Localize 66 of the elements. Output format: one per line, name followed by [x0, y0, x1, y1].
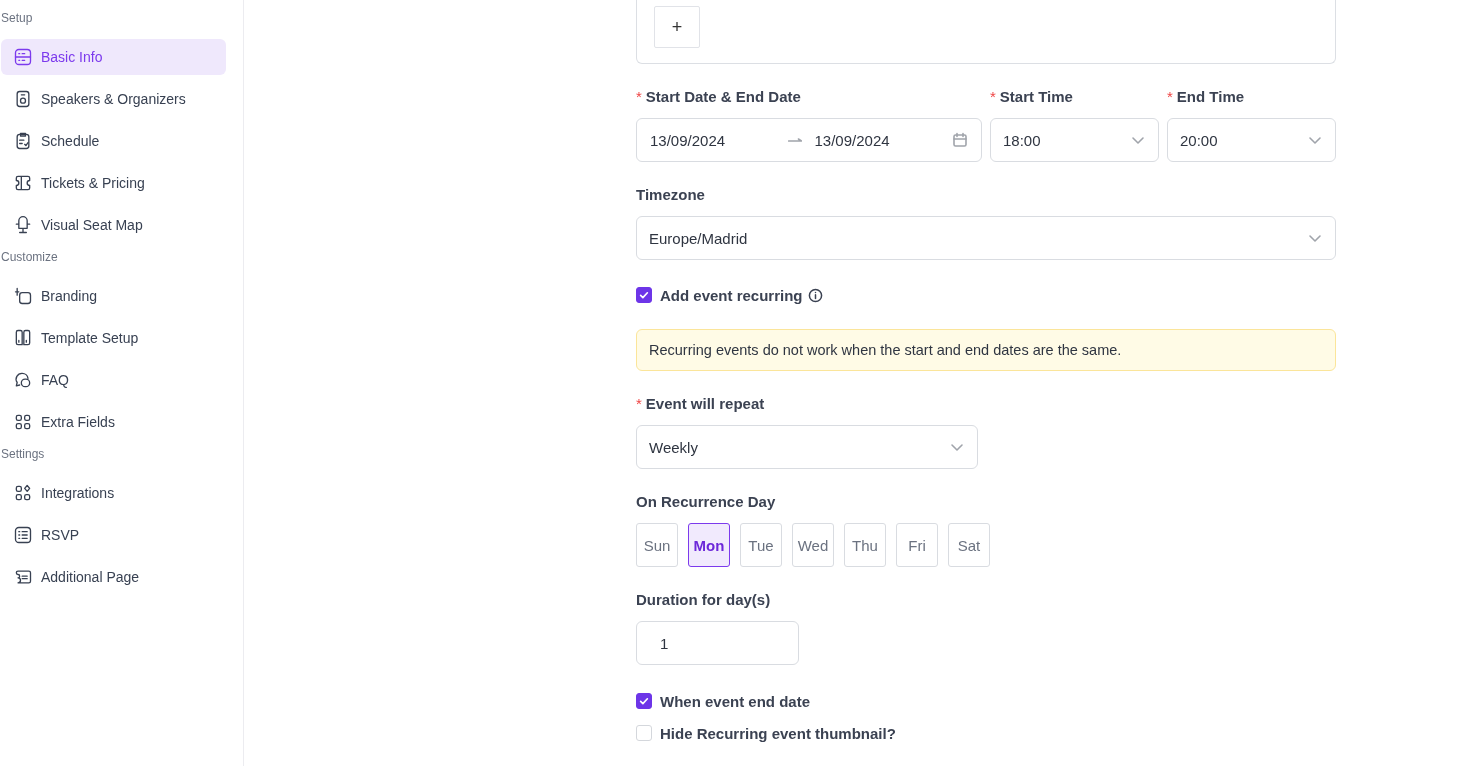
- apps-icon: [13, 483, 33, 503]
- square-icon: [13, 286, 33, 306]
- time-select[interactable]: 18:00: [990, 118, 1159, 162]
- day-toggle[interactable]: Mon: [688, 523, 730, 567]
- required-mark: *: [1167, 88, 1173, 105]
- field-label: Start Time: [999, 88, 1073, 105]
- select-value: Europe/Madrid: [649, 229, 749, 247]
- select-value: 20:00: [1180, 131, 1219, 149]
- required-mark: *: [636, 395, 642, 412]
- start-date: 13/09/2024: [650, 131, 727, 149]
- sidebar-item[interactable]: Branding: [1, 278, 226, 314]
- sidebar-item[interactable]: Integrations: [1, 475, 226, 511]
- field-label: Duration for day(s): [636, 591, 771, 608]
- field-label: Event will repeat: [645, 395, 765, 412]
- grid-icon: [13, 412, 33, 432]
- list-icon: [13, 525, 33, 545]
- ticket-icon: [13, 173, 33, 193]
- required-mark: *: [990, 88, 996, 105]
- chair-icon: [13, 215, 33, 235]
- section-heading: Setup: [0, 10, 34, 26]
- arrow-right-icon: [787, 138, 802, 142]
- field-label: End Time: [1176, 88, 1245, 105]
- sidebar-item[interactable]: Basic Info: [1, 39, 226, 75]
- repeat-select[interactable]: Weekly: [636, 425, 978, 469]
- sidebar-item[interactable]: FAQ: [1, 362, 226, 398]
- checkbox-label: When event end date: [660, 692, 811, 710]
- book-icon: [13, 328, 33, 348]
- sidebar-item[interactable]: Schedule: [1, 123, 226, 159]
- field-label: Start Date & End Date: [645, 88, 801, 105]
- add-button[interactable]: +: [654, 6, 700, 48]
- info-icon: [807, 287, 823, 303]
- warning-alert: Recurring events do not work when the start and end dates are the same.: [636, 329, 1336, 371]
- sidebar-item[interactable]: RSVP: [1, 517, 226, 553]
- end-date: 13/09/2024: [814, 131, 891, 149]
- sidebar-item[interactable]: Speakers & Organizers: [1, 81, 226, 117]
- day-toggle[interactable]: Thu: [844, 523, 886, 567]
- day-toggle[interactable]: Sat: [948, 523, 990, 567]
- day-toggle[interactable]: Wed: [792, 523, 834, 567]
- sidebar-item[interactable]: Visual Seat Map: [1, 207, 226, 243]
- checkbox[interactable]: [636, 287, 652, 303]
- select-value: Weekly: [649, 438, 699, 456]
- duration-field[interactable]: 1: [636, 621, 799, 665]
- sidebar-item[interactable]: Template Setup: [1, 320, 226, 356]
- date-range-field[interactable]: 13/09/2024 13/09/2024: [636, 118, 982, 162]
- form-icon: [13, 47, 33, 67]
- sidebar-item[interactable]: Additional Page: [1, 559, 226, 595]
- timezone-select[interactable]: Europe/Madrid: [636, 216, 1336, 260]
- day-toggle[interactable]: Fri: [896, 523, 938, 567]
- section-heading: Customize: [0, 249, 59, 265]
- checkmark-icon: [638, 695, 650, 707]
- field-label: Timezone: [636, 186, 705, 203]
- sidebar-item[interactable]: Tickets & Pricing: [1, 165, 226, 201]
- chat-icon: [13, 370, 33, 390]
- section-heading: Settings: [0, 446, 46, 462]
- checkbox[interactable]: [636, 693, 652, 709]
- field-label: On Recurrence Day: [636, 493, 776, 510]
- checkmark-icon: [638, 289, 650, 301]
- day-toggle[interactable]: Sun: [636, 523, 678, 567]
- checkbox-label: Add event recurring: [660, 286, 803, 304]
- day-toggle[interactable]: Tue: [740, 523, 782, 567]
- time-select[interactable]: 20:00: [1167, 118, 1336, 162]
- select-value: 18:00: [1003, 131, 1042, 149]
- calendar-icon: [952, 132, 968, 148]
- required-mark: *: [636, 88, 642, 105]
- sidebar-item[interactable]: Extra Fields: [1, 404, 226, 440]
- checkbox-label: Hide Recurring event thumbnail?: [660, 724, 896, 742]
